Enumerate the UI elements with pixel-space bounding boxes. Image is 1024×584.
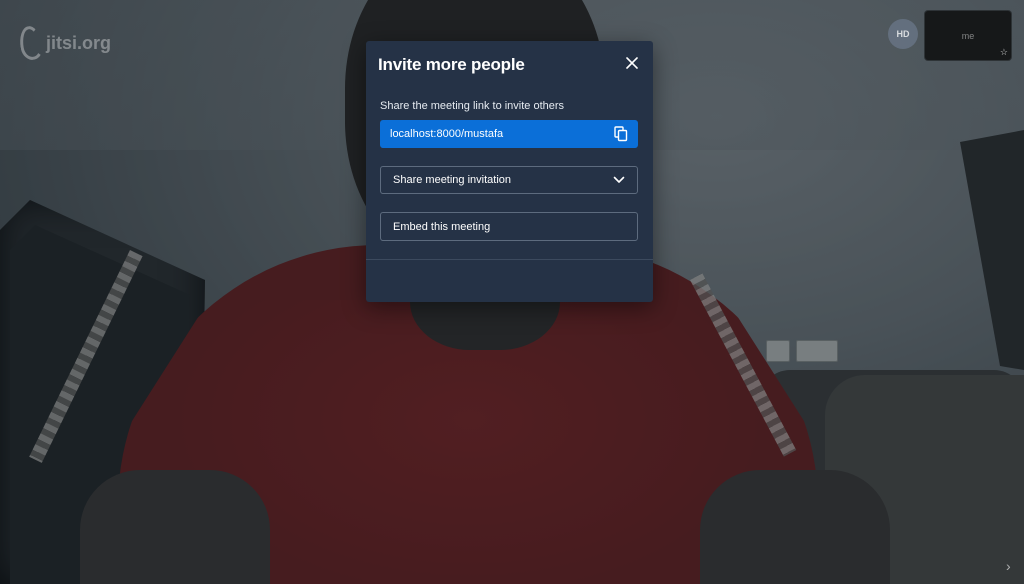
- star-icon: ☆: [999, 47, 1008, 57]
- share-invitation-label: Share meeting invitation: [393, 174, 512, 186]
- copy-icon[interactable]: [614, 126, 628, 142]
- close-button[interactable]: [622, 53, 642, 73]
- watermark-text: jitsi.org: [46, 32, 112, 53]
- jitsi-logo-icon: [17, 24, 45, 62]
- close-icon: [626, 57, 638, 69]
- dialog-title: Invite more people: [378, 55, 525, 74]
- local-video-thumbnail[interactable]: me ☆: [925, 11, 1011, 60]
- participant-badge-text: HD: [896, 29, 910, 39]
- dialog-divider: [366, 259, 653, 260]
- participant-avatar-badge[interactable]: HD: [888, 19, 918, 49]
- local-video-label: me: [961, 31, 975, 41]
- embed-meeting-label: Embed this meeting: [393, 220, 491, 233]
- chevron-right-icon[interactable]: ›: [1006, 558, 1011, 574]
- share-link-label: Share the meeting link to invite others: [380, 100, 565, 112]
- meeting-link-copy-button[interactable]: localhost:8000/mustafa: [380, 120, 638, 148]
- chevron-down-icon: [613, 176, 625, 183]
- meeting-link-text: localhost:8000/mustafa: [390, 128, 504, 140]
- embed-meeting-button[interactable]: Embed this meeting: [380, 212, 638, 241]
- conference-stage: jitsi.org HD me ☆ › Invite more people S…: [0, 0, 1024, 584]
- jitsi-watermark[interactable]: jitsi.org: [17, 24, 112, 62]
- invite-dialog: Invite more people Share the meeting lin…: [366, 41, 653, 302]
- share-invitation-dropdown[interactable]: Share meeting invitation: [380, 166, 638, 194]
